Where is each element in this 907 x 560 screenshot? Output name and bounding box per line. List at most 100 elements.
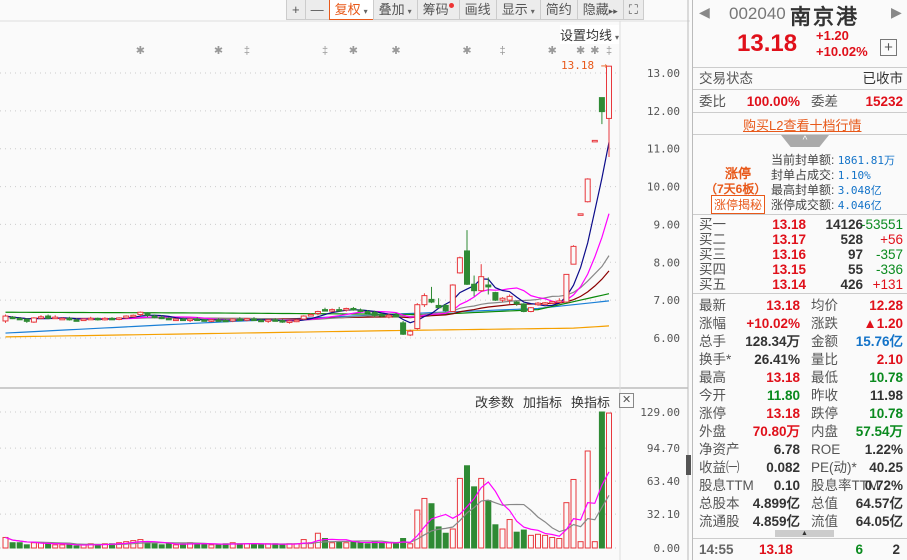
- candle-body: [30, 317, 37, 323]
- candle-body: [258, 319, 265, 323]
- switch-indicator-button[interactable]: 换指标: [571, 392, 610, 411]
- candle-body: [414, 304, 421, 330]
- stat-label: 最新: [699, 298, 726, 313]
- stat-value: 13.18: [766, 406, 800, 421]
- stat-row: 最新 13.18 均价 12.28: [699, 297, 903, 314]
- candle-body: [371, 311, 378, 316]
- expand-tab[interactable]: ▲: [775, 530, 834, 537]
- bid-level: 买五: [699, 277, 726, 292]
- stat-value: 13.18: [766, 370, 800, 385]
- stat-value: 6.78: [773, 442, 800, 457]
- limit-reveal-button[interactable]: 涨停揭秘: [711, 195, 766, 214]
- limit-stat-label: 涨停成交额:: [771, 198, 835, 212]
- stat-label: 股息TTM: [699, 478, 754, 493]
- stat-value: 11.98: [869, 388, 903, 403]
- stat-value: 64.05亿: [855, 514, 903, 529]
- candle-body: [456, 257, 463, 274]
- volume-tick-label: 32.10: [647, 508, 680, 521]
- stat-value: ▲1.20: [863, 316, 903, 331]
- close-indicator-button[interactable]: ✕: [619, 393, 635, 408]
- volume-bar: [485, 500, 492, 549]
- candle-body: [435, 304, 442, 309]
- stat-value: 0.10: [773, 478, 800, 493]
- event-marker-icon: ‡: [499, 45, 505, 57]
- volume-bar: [16, 542, 23, 549]
- collapse-chevron-button[interactable]: ^: [781, 135, 829, 147]
- buy-l2-link[interactable]: 购买L2查看十档行情: [743, 115, 861, 134]
- candle-body: [421, 295, 428, 306]
- stat-label: 净资产: [699, 442, 740, 457]
- stat-label: 量比: [811, 352, 838, 367]
- candle-body: [116, 317, 123, 320]
- event-marker-icon: ‡: [322, 45, 328, 57]
- volume-bar: [350, 541, 357, 549]
- volume-bar: [442, 532, 449, 549]
- bid-qty: 426: [840, 277, 863, 292]
- set-ma-button[interactable]: 设置均线 ▾: [560, 25, 620, 44]
- volume-tick-label: 94.70: [647, 442, 680, 455]
- volume-bar: [570, 478, 577, 549]
- bid-diff-label: 委差: [811, 94, 838, 109]
- stat-value: 40.25: [869, 460, 903, 475]
- volume-bar: [258, 544, 265, 549]
- event-marker-icon: ✱: [548, 45, 557, 57]
- stat-row: 流通股 4.859亿 流值 64.05亿: [699, 513, 903, 530]
- stat-value: 12.28: [869, 298, 903, 313]
- volume-bar: [478, 477, 485, 549]
- price-change: +1.20: [816, 28, 849, 43]
- add-watchlist-button[interactable]: +: [880, 39, 897, 56]
- next-stock-button[interactable]: ▶: [891, 4, 902, 21]
- edit-params-button[interactable]: 改参数: [475, 392, 514, 411]
- volume-bar: [513, 531, 520, 549]
- candle-body: [59, 317, 66, 321]
- stat-label: 内盘: [811, 424, 838, 439]
- volume-bar: [492, 524, 499, 549]
- panel-collapse-handle[interactable]: [686, 455, 691, 475]
- candle-body: [513, 301, 520, 305]
- stat-value: 0.72%: [864, 478, 903, 493]
- add-indicator-button[interactable]: 加指标: [523, 392, 562, 411]
- volume-bar: [23, 544, 30, 549]
- volume-bar: [378, 542, 385, 549]
- volume-tick-label: 0.00: [654, 542, 681, 555]
- limit-stat-value: 4.046亿: [837, 199, 882, 212]
- candle-body: [222, 319, 229, 323]
- volume-bar: [208, 544, 215, 549]
- stat-label: 最低: [811, 370, 838, 385]
- stock-code: 002040: [729, 4, 786, 23]
- bid-diff-value: 15232: [865, 94, 903, 109]
- candle-body: [407, 330, 414, 336]
- volume-bar: [144, 542, 151, 549]
- stat-label: 换手*: [699, 352, 732, 367]
- candle-body: [194, 318, 201, 322]
- candle-body: [350, 307, 357, 311]
- candle-body: [243, 318, 250, 321]
- volume-bar: [535, 533, 541, 549]
- candle-body: [492, 292, 499, 301]
- candle-body: [314, 311, 321, 314]
- price-tick-label: 6.00: [654, 332, 681, 345]
- limit-stat-label: 封单占成交:: [771, 168, 835, 182]
- stat-value: 10.78: [869, 406, 903, 421]
- stat-label: 今开: [699, 388, 726, 403]
- prev-stock-button[interactable]: ◀: [699, 4, 710, 21]
- candle-body: [577, 213, 584, 216]
- stat-label: 总股本: [699, 496, 740, 511]
- tick-count: 2: [892, 542, 900, 557]
- stat-label: ROE: [811, 442, 841, 457]
- bid-row[interactable]: 买五 13.14 426 +131: [699, 276, 903, 293]
- candle-body: [549, 301, 556, 304]
- candle-body: [606, 65, 612, 119]
- stat-label: 外盘: [699, 424, 726, 439]
- stat-value: 10.78: [869, 370, 903, 385]
- volume-bar: [407, 543, 414, 549]
- bid-delta: +131: [872, 277, 903, 292]
- volume-bar: [506, 519, 513, 549]
- candle-body: [478, 276, 485, 292]
- candle-body: [52, 316, 59, 320]
- volume-bar: [449, 528, 456, 549]
- candle-body: [123, 315, 130, 319]
- candle-body: [87, 317, 94, 321]
- kline-chart[interactable]: 13.00 12.00 11.00 10.00 9.00 8.00 7.00 6.00 129.…: [0, 0, 690, 560]
- volume-bar: [158, 544, 165, 549]
